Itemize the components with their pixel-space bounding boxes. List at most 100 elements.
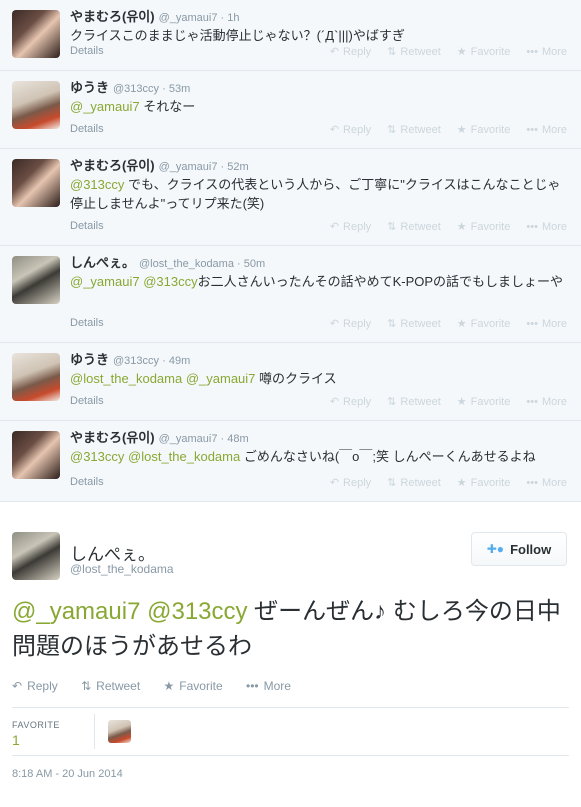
divider [94,714,95,749]
avatar[interactable] [12,10,60,58]
favorite-count[interactable]: 1 [12,732,20,748]
details-link[interactable]: Details [70,123,104,135]
tweet-body: お二人さんいったんその話やめてK-POPの話でもしましょーや [197,274,564,289]
mention-link[interactable]: @lost_the_kodama [128,449,240,464]
tweet[interactable]: しんぺぇ。 @lost_the_kodama · 50m @_yamaui7 @31… [0,246,581,343]
retweet-button[interactable]: ⇅ Retweet [387,124,441,136]
mention-link[interactable]: @_yamaui7 [70,274,140,289]
avatar[interactable] [12,256,60,304]
retweet-button[interactable]: ⇅ Retweet [387,318,441,330]
avatar[interactable] [12,81,60,129]
details-link[interactable]: Details [70,220,104,232]
retweet-button[interactable]: ⇅ Retweet [387,46,441,58]
tweet[interactable]: やまむろ(유이) @_yamaui7 · 48m @313ccy @lost_the… [0,421,581,502]
tweet[interactable]: やまむろ(유이) @_yamaui7 · 52m @313ccy でも、クライスの代… [0,149,581,246]
retweet-button[interactable]: ⇅ Retweet [387,477,441,489]
favorite-button[interactable]: ★ Favorite [457,46,511,58]
favorite-button[interactable]: ★ Favorite [457,396,511,408]
favorite-label: Favorite [470,46,511,58]
more-button[interactable]: ••• More [526,124,567,136]
mention-link[interactable]: @313ccy [143,274,197,289]
retweet-button[interactable]: ⇅ Retweet [387,396,441,408]
user-handle[interactable]: @lost_the_kodama [139,258,234,270]
user-name[interactable]: ゆうき [70,352,109,367]
more-button[interactable]: ••• More [526,477,567,489]
tweet[interactable]: ゆうき @313ccy · 49m @lost_the_kodama @_yamau… [0,343,581,421]
tweet-actions: ↶ Reply ⇅ Retweet ★ Favorite ••• More [314,45,567,58]
more-label: More [541,318,567,330]
user-name[interactable]: ゆうき [70,80,109,95]
favorite-button[interactable]: ★ Favorite [457,124,511,136]
mention-link[interactable]: @313ccy [147,598,247,625]
mention-link[interactable]: @313ccy [70,177,124,192]
tweet-time[interactable]: 1h [227,12,239,24]
tweet-actions: ↶ Reply ⇅ Retweet ★ Favorite ••• More [314,395,567,408]
separator: · [159,355,169,367]
favorite-label: Favorite [470,124,511,136]
reply-button[interactable]: ↶ Reply [330,477,371,489]
tweet-header: しんぺぇ。 @lost_the_kodama · 50m [70,252,265,271]
more-button[interactable]: ••• More [526,46,567,58]
retweet-icon: ⇅ [387,396,397,408]
more-button[interactable]: ••• More [526,396,567,408]
retweet-label: Retweet [400,221,441,233]
tweet-time[interactable]: 52m [227,161,248,173]
more-button[interactable]: ••• More [526,318,567,330]
tweet-time[interactable]: 50m [244,258,265,270]
details-link[interactable]: Details [70,317,104,329]
user-name[interactable]: やまむろ(유이) [70,430,155,445]
reply-button[interactable]: ↶ Reply [330,318,371,330]
user-handle[interactable]: @_yamaui7 [159,12,218,24]
user-name[interactable]: やまむろ(유이) [70,158,155,173]
favorite-button[interactable]: ★ Favorite [164,679,223,693]
mention-link[interactable]: @lost_the_kodama [70,371,182,386]
follow-button[interactable]: ✚● Follow [471,532,567,566]
tweet-time[interactable]: 48m [227,433,248,445]
mention-link[interactable]: @_yamaui7 [12,598,140,625]
reply-button[interactable]: ↶ Reply [330,46,371,58]
tweet[interactable]: やまむろ(유이) @_yamaui7 · 1h クライスこのままじゃ活動停止じゃない… [0,0,581,71]
mention-link[interactable]: @313ccy [70,449,124,464]
retweet-button[interactable]: ⇅ Retweet [81,679,140,693]
favorite-button[interactable]: ★ Favorite [457,221,511,233]
reply-button[interactable]: ↶ Reply [12,679,58,693]
star-icon: ★ [456,124,467,136]
reply-button[interactable]: ↶ Reply [330,221,371,233]
tweet-body: ごめんなさいね(￣o￣;笑 しんぺーくんあせるよね [240,449,536,464]
tweet-time[interactable]: 53m [169,83,190,95]
star-icon: ★ [456,46,467,58]
tweet-time[interactable]: 49m [169,355,190,367]
avatar[interactable] [12,431,60,479]
avatar[interactable] [12,353,60,401]
user-name[interactable]: やまむろ(유이) [70,9,155,24]
details-link[interactable]: Details [70,476,104,488]
ellipsis-icon: ••• [246,679,259,693]
favorite-button[interactable]: ★ Favorite [457,318,511,330]
avatar[interactable] [12,532,60,580]
reply-arrow-icon: ↶ [329,46,340,58]
user-handle[interactable]: @_yamaui7 [159,161,218,173]
favorite-button[interactable]: ★ Favorite [457,477,511,489]
reply-button[interactable]: ↶ Reply [330,124,371,136]
avatar[interactable] [12,159,60,207]
more-button[interactable]: ••• More [526,221,567,233]
more-button[interactable]: ••• More [246,679,291,693]
mention-link[interactable]: @_yamaui7 [70,99,140,114]
details-link[interactable]: Details [70,395,104,407]
reply-label: Reply [343,318,372,330]
main-tweet-handle[interactable]: @lost_the_kodama [70,562,174,576]
tweet[interactable]: ゆうき @313ccy · 53m @_yamaui7 それなー Details ↶ Re… [0,71,581,149]
details-link[interactable]: Details [70,45,104,57]
user-handle[interactable]: @313ccy [113,355,159,367]
retweet-button[interactable]: ⇅ Retweet [387,221,441,233]
star-icon: ★ [456,477,467,489]
user-handle[interactable]: @_yamaui7 [159,433,218,445]
user-handle[interactable]: @313ccy [113,83,159,95]
favoriter-avatar[interactable] [108,720,131,743]
tweet-timestamp[interactable]: 8:18 AM - 20 Jun 2014 [12,768,123,780]
reply-button[interactable]: ↶ Reply [330,396,371,408]
tweet-header: ゆうき @313ccy · 49m [70,349,190,368]
retweet-icon: ⇅ [81,679,92,693]
mention-link[interactable]: @_yamaui7 [186,371,256,386]
user-name[interactable]: しんぺぇ。 [70,255,135,270]
